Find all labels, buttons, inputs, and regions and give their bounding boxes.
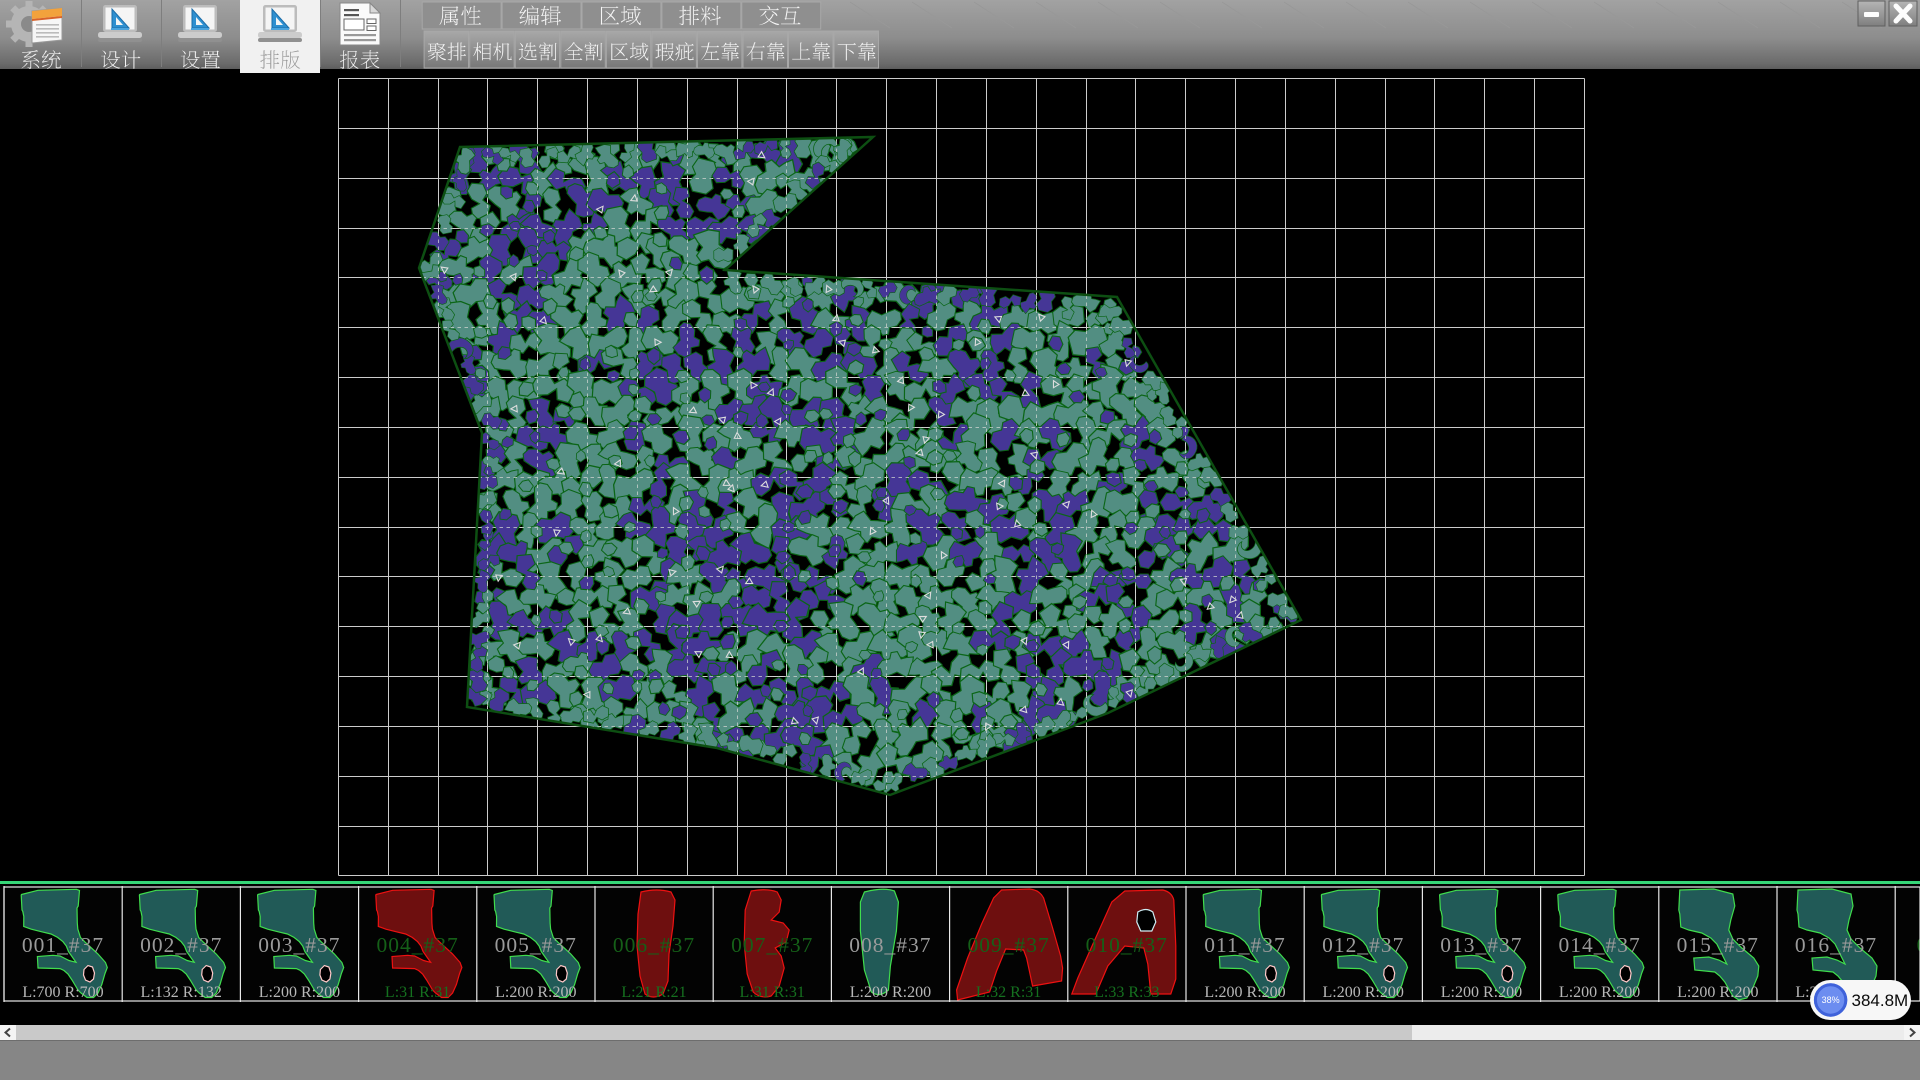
svg-text:016_#37: 016_#37	[1795, 933, 1877, 957]
svg-text:005_#37: 005_#37	[495, 933, 577, 957]
svg-text:010_#37: 010_#37	[1086, 933, 1168, 957]
svg-text:L:200 R:200: L:200 R:200	[1323, 984, 1404, 1001]
svg-text:002_#37: 002_#37	[140, 933, 222, 957]
svg-text:014_#37: 014_#37	[1558, 933, 1640, 957]
svg-text:008_#37: 008_#37	[849, 933, 931, 957]
svg-text:L:200 R:200: L:200 R:200	[850, 984, 931, 1001]
svg-text:012_#37: 012_#37	[1322, 933, 1404, 957]
svg-text:L:33 R:33: L:33 R:33	[1094, 984, 1159, 1001]
svg-text:L:32 R:31: L:32 R:31	[976, 984, 1041, 1001]
svg-text:L:31 R:31: L:31 R:31	[740, 984, 805, 1001]
svg-text:L:21 R:21: L:21 R:21	[621, 984, 686, 1001]
svg-text:384.8M: 384.8M	[1852, 991, 1909, 1010]
svg-text:L:200 R:200: L:200 R:200	[1441, 984, 1522, 1001]
svg-text:L:700 R:700: L:700 R:700	[22, 984, 103, 1001]
svg-text:001_#37: 001_#37	[22, 933, 104, 957]
svg-text:L:31 R:31: L:31 R:31	[385, 984, 450, 1001]
svg-text:L:200 R:200: L:200 R:200	[1677, 984, 1758, 1001]
svg-text:L:132 R:132: L:132 R:132	[141, 984, 222, 1001]
svg-text:38%: 38%	[1822, 995, 1840, 1005]
svg-text:009_#37: 009_#37	[967, 933, 1049, 957]
svg-text:L:200 R:200: L:200 R:200	[1204, 984, 1285, 1001]
svg-text:003_#37: 003_#37	[258, 933, 340, 957]
svg-text:L:200 R:200: L:200 R:200	[1559, 984, 1640, 1001]
svg-text:L:200 R:200: L:200 R:200	[259, 984, 340, 1001]
svg-text:013_#37: 013_#37	[1440, 933, 1522, 957]
svg-text:006_#37: 006_#37	[613, 933, 695, 957]
svg-text:007_#37: 007_#37	[731, 933, 813, 957]
svg-text:015_#37: 015_#37	[1677, 933, 1759, 957]
svg-text:011_#37: 011_#37	[1204, 933, 1285, 957]
svg-text:004_#37: 004_#37	[376, 933, 458, 957]
svg-text:L:200 R:200: L:200 R:200	[495, 984, 576, 1001]
